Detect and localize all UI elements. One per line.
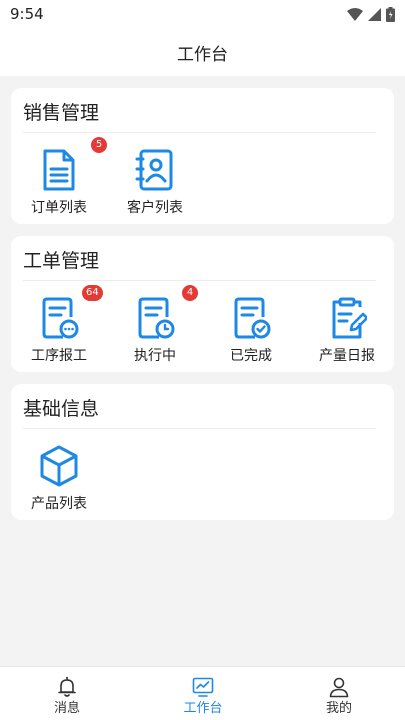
bottom-tab-bar: 消息 工作台 我的 bbox=[0, 666, 405, 720]
section-title: 基础信息 bbox=[23, 398, 100, 420]
in-progress-badge: 4 bbox=[182, 285, 198, 301]
clipboard-edit-icon bbox=[332, 297, 367, 339]
cube-icon bbox=[40, 445, 78, 487]
document-check-icon bbox=[234, 297, 271, 339]
tab-mine[interactable]: 我的 bbox=[289, 667, 389, 720]
section-work-orders: 工单管理 64 工序报工 4 执行中 已完成 产量日报 bbox=[11, 236, 394, 372]
cellular-signal-icon bbox=[368, 7, 381, 21]
grid-item-process-report[interactable]: 64 工序报工 bbox=[14, 285, 104, 373]
grid-item-product-list[interactable]: 产品列表 bbox=[14, 445, 104, 521]
grid-item-order-list[interactable]: 5 订单列表 bbox=[14, 137, 107, 225]
contact-book-icon bbox=[135, 149, 173, 191]
section-title: 销售管理 bbox=[23, 102, 100, 124]
tab-label: 工作台 bbox=[183, 701, 223, 716]
page-title: 工作台 bbox=[177, 44, 228, 65]
grid-item-label: 执行中 bbox=[134, 348, 176, 364]
tab-label: 我的 bbox=[325, 701, 352, 716]
status-time: 9:54 bbox=[10, 5, 44, 23]
grid-item-in-progress[interactable]: 4 执行中 bbox=[110, 285, 200, 373]
grid-item-completed[interactable]: 已完成 bbox=[206, 297, 296, 373]
grid-item-daily-output[interactable]: 产量日报 bbox=[302, 297, 392, 373]
battery-icon bbox=[386, 6, 395, 22]
tab-label: 消息 bbox=[53, 701, 80, 716]
grid-item-label: 已完成 bbox=[230, 348, 272, 364]
section-title: 工单管理 bbox=[23, 250, 100, 272]
order-badge: 5 bbox=[91, 137, 107, 153]
process-report-badge: 64 bbox=[82, 285, 103, 301]
divider bbox=[23, 132, 376, 133]
tab-messages[interactable]: 消息 bbox=[17, 667, 117, 720]
tab-workbench[interactable]: 工作台 bbox=[153, 667, 253, 720]
section-basic-info: 基础信息 产品列表 bbox=[11, 384, 394, 520]
header: 工作台 bbox=[0, 28, 405, 76]
wifi-icon bbox=[347, 7, 363, 21]
status-bar: 9:54 bbox=[0, 0, 405, 28]
grid-item-label: 产量日报 bbox=[319, 348, 375, 364]
bell-icon bbox=[58, 676, 76, 697]
grid-item-customer-list[interactable]: 客户列表 bbox=[110, 149, 200, 225]
section-sales: 销售管理 5 订单列表 客户列表 bbox=[11, 88, 394, 224]
document-list-icon bbox=[43, 149, 75, 191]
grid-item-label: 工序报工 bbox=[31, 348, 87, 364]
user-icon bbox=[329, 677, 349, 698]
grid-item-label: 客户列表 bbox=[127, 200, 183, 216]
document-clock-icon bbox=[138, 297, 175, 339]
status-icons bbox=[347, 6, 395, 22]
divider bbox=[23, 280, 376, 281]
grid-item-label: 产品列表 bbox=[31, 496, 87, 512]
grid-item-label: 订单列表 bbox=[31, 200, 87, 216]
monitor-chart-icon bbox=[192, 677, 214, 697]
document-more-icon bbox=[42, 297, 79, 339]
divider bbox=[23, 428, 376, 429]
